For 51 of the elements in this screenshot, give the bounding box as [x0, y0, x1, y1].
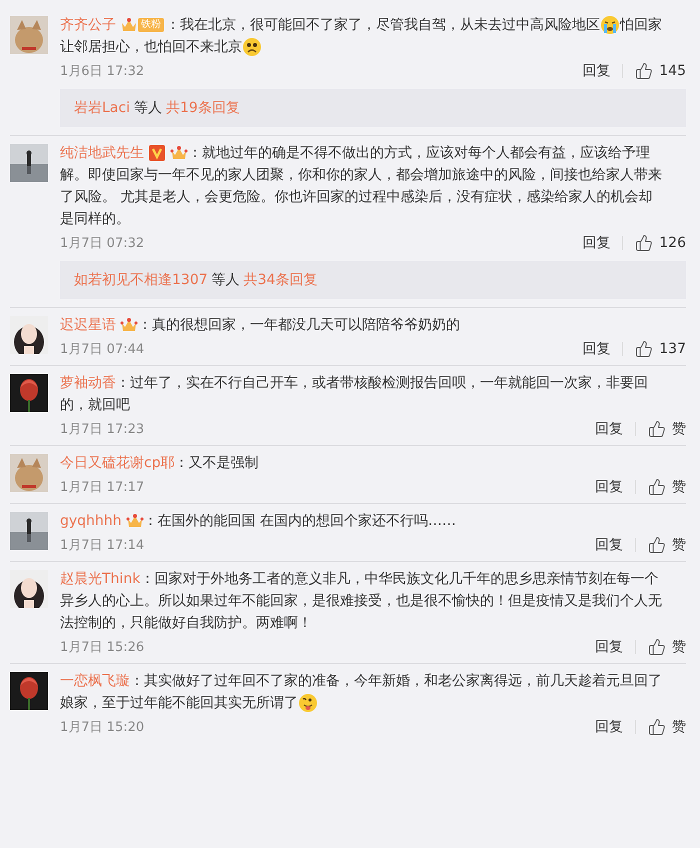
thumbs-up-icon — [648, 536, 666, 554]
reply-button[interactable]: 回复 — [582, 234, 610, 252]
thumbs-up-icon — [635, 234, 654, 252]
comment-time: 1月7日 17:14 — [60, 537, 144, 554]
comment-text: 齐齐公子 铁粉 ：我在北京，很可能回不了家了，尽管我自驾，从未去过中高风险地区 怕回家让邻居担心，也怕回不来北京 — [60, 14, 686, 58]
reply-button[interactable]: 回复 — [595, 536, 623, 554]
comment-time: 1月6日 17:32 — [60, 63, 144, 80]
thumbs-up-icon — [648, 478, 666, 496]
thumbs-up-icon — [635, 62, 654, 80]
comment-time: 1月7日 15:20 — [60, 719, 144, 736]
tongue-emoji-icon — [298, 693, 318, 714]
reply-button[interactable]: 回复 — [595, 478, 623, 496]
crown-icon — [126, 513, 144, 530]
comment-time: 1月7日 17:23 — [60, 421, 144, 438]
like-button[interactable]: 赞 — [648, 478, 686, 496]
comment-time: 1月7日 07:32 — [60, 235, 144, 252]
thumbs-up-icon — [648, 718, 666, 736]
reply-button[interactable]: 回复 — [582, 340, 610, 358]
comment-text: 萝袖动香：过年了，实在不行自己开车，或者带核酸检测报告回呗，一年就能回一次家，非要回的，就回吧 — [60, 374, 649, 415]
like-button[interactable]: 126 — [635, 234, 686, 252]
sad-emoji-icon — [242, 37, 262, 58]
comment-time: 1月7日 17:17 — [60, 479, 144, 496]
like-button[interactable]: 赞 — [648, 420, 686, 438]
crown-icon — [120, 17, 138, 34]
like-button[interactable]: 137 — [635, 340, 686, 358]
crown-icon — [120, 317, 138, 334]
thumbs-up-icon — [635, 340, 654, 358]
thumbs-up-icon — [648, 638, 666, 656]
comment-text: 一恋枫飞璇：其实做好了过年回不了家的准备，今年新婚，和老公家离得远，前几天趁着元旦回了娘家，至于过年能不能回其实无所谓了 — [60, 670, 686, 714]
crown-icon — [170, 145, 188, 162]
like-button[interactable]: 赞 — [648, 718, 686, 736]
comment-text: 今日又磕花谢cp耶：又不是强制 — [60, 454, 260, 473]
comment-text: 迟迟星语 ：真的很想回家，一年都没几天可以陪陪爷爷奶奶的 — [60, 316, 461, 336]
crying-emoji-icon — [600, 15, 620, 36]
fan-badge-label: 铁粉 — [138, 18, 164, 32]
verified-icon — [148, 145, 166, 162]
like-button[interactable]: 赞 — [648, 536, 686, 554]
summary-text: 等人 — [212, 271, 240, 289]
reply-button[interactable]: 回复 — [595, 718, 623, 736]
reply-button[interactable]: 回复 — [582, 62, 610, 80]
comment-text: 赵晨光Think：回家对于外地务工者的意义非凡，中华民族文化几千年的思乡思亲情节刻在每一个异乡人的心上。所以如果过年不能回家，是很难接受，也是很不愉快的！但是疫情又是我们个人无法控制的，只能做好自我防护。两难啊！ — [60, 570, 663, 633]
reply-button[interactable]: 回复 — [595, 420, 623, 438]
summary-text: 等人 — [134, 99, 162, 117]
comment-text: 纯洁地武先生 ：就地过年的确是不得不做出的方式，应该对每个人都会有益，应该给予理解。即使回家与一年不见的家人团聚，你和你的家人，都会增加旅途中的风险，间接也给家人带来了风险。 尤其是老人，会更危险。你也许回家的过程中感染后，没有症状，感染给家人的机会却是同样的。 — [60, 144, 663, 229]
comment-text: gyqhhhh ：在国外的能回国 在国内的想回个家还不行吗…… — [60, 512, 458, 532]
comment-time: 1月7日 15:26 — [60, 639, 144, 656]
reply-button[interactable]: 回复 — [595, 638, 623, 656]
comment-time: 1月7日 07:44 — [60, 341, 144, 358]
thumbs-up-icon — [648, 420, 666, 438]
like-button[interactable]: 赞 — [648, 638, 686, 656]
like-button[interactable]: 145 — [635, 62, 686, 80]
